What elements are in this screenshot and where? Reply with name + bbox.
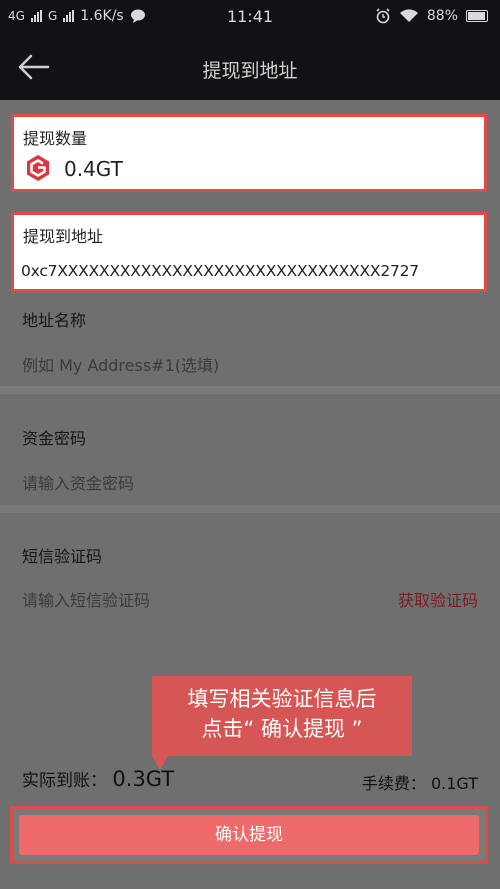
fund-password-label: 资金密码 [22, 429, 87, 448]
address-value[interactable]: 0xc7XXXXXXXXXXXXXXXXXXXXXXXXXXXXXXX2727 [21, 262, 419, 280]
alarm-icon [376, 8, 390, 24]
amount-value: 0.4GT [64, 157, 123, 181]
nav-bar: 提现到地址 [0, 34, 500, 100]
withdraw-form: 提现数量 0.4GT 提现到地址 0xc7XXXXXXXXXXXXXXXXXXX… [0, 100, 500, 889]
battery-percent: 88% [426, 8, 458, 24]
status-right: 88% [375, 8, 488, 24]
wifi-icon [399, 9, 418, 22]
received-label: 实际到账： [22, 771, 107, 791]
address-label: 提现到地址 [23, 227, 104, 246]
received-amount: 实际到账： 0.3GT [22, 766, 174, 791]
amount-label: 提现数量 [23, 129, 88, 148]
confirm-highlight: 确认提现 [10, 806, 488, 864]
battery-icon [466, 10, 488, 22]
received-value: 0.3GT [112, 767, 175, 791]
gt-coin-icon [27, 155, 49, 181]
address-name-input[interactable]: 例如 My Address#1(选填) [22, 352, 219, 376]
sms-code-input[interactable]: 请输入短信验证码 [22, 587, 150, 611]
sms-code-label: 短信验证码 [22, 547, 103, 566]
address-section: 提现到地址 0xc7XXXXXXXXXXXXXXXXXXXXXXXXXXXXXX… [11, 212, 487, 292]
address-name-label: 地址名称 [22, 311, 87, 330]
page-title: 提现到地址 [202, 60, 298, 82]
callout-line-1: 填写相关验证信息后 [187, 687, 377, 711]
fee-value: 0.1GT [430, 774, 478, 793]
divider [0, 386, 500, 394]
fee: 手续费： 0.1GT [362, 770, 478, 794]
divider [0, 505, 500, 513]
instruction-callout: 填写相关验证信息后 点击“ 确认提现 ” [152, 676, 412, 770]
callout-line-2: 点击“ 确认提现 ” [201, 717, 363, 741]
confirm-withdraw-button[interactable]: 确认提现 [19, 815, 479, 855]
fee-label: 手续费： [361, 774, 426, 793]
status-bar: 4G G 1.6K/s 11:41 88% [0, 0, 500, 34]
amount-section: 提现数量 0.4GT [11, 114, 487, 192]
get-code-button[interactable]: 获取验证码 [398, 587, 478, 611]
fund-password-input[interactable]: 请输入资金密码 [22, 470, 134, 494]
